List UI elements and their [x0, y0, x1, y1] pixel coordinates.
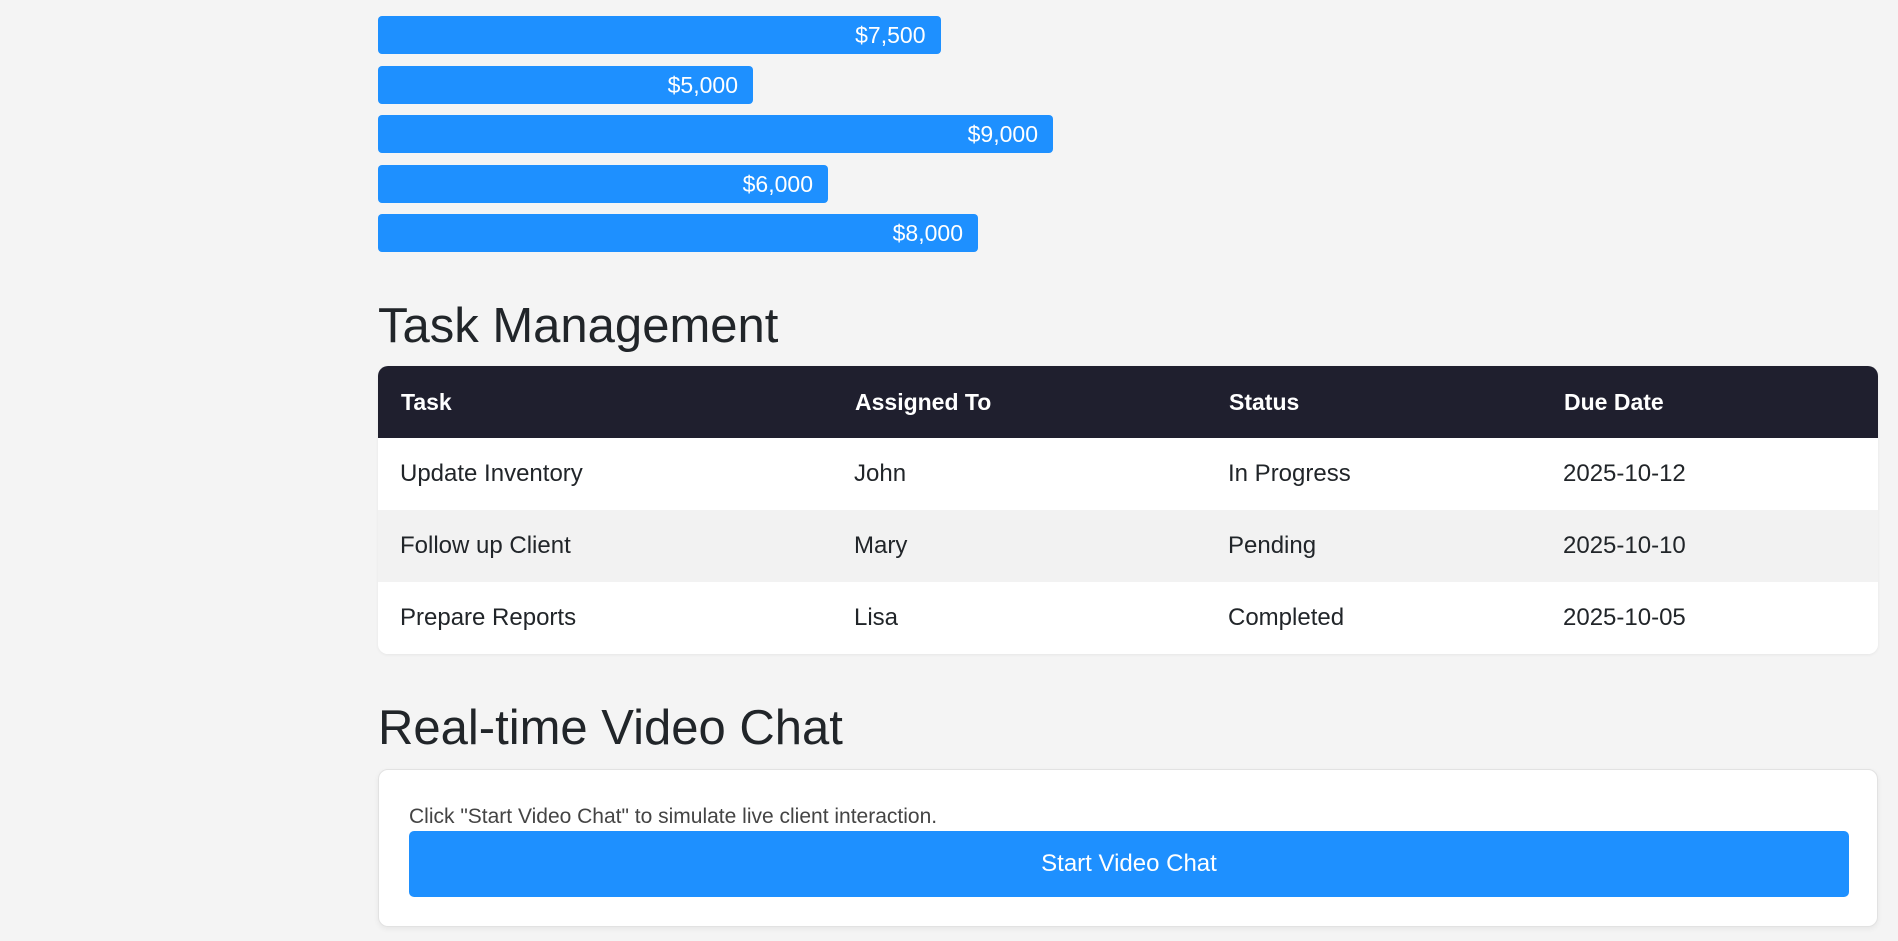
table-row: Update Inventory John In Progress 2025-1… — [378, 438, 1878, 510]
due-date-cell: 2025-10-10 — [1541, 510, 1878, 582]
column-header-due-date: Due Date — [1541, 366, 1878, 438]
chart-bar: $8,000 — [378, 214, 978, 252]
chart-bar: $9,000 — [378, 115, 1053, 153]
column-header-assigned-to: Assigned To — [832, 366, 1206, 438]
column-header-task: Task — [378, 366, 832, 438]
status-cell: Pending — [1206, 510, 1541, 582]
chart-bar: $7,500 — [378, 16, 941, 54]
column-header-status: Status — [1206, 366, 1541, 438]
table-header-row: Task Assigned To Status Due Date — [378, 366, 1878, 438]
task-table: Task Assigned To Status Due Date Update … — [378, 366, 1878, 654]
video-chat-hint: Click "Start Video Chat" to simulate liv… — [409, 805, 938, 828]
table-row: Follow up Client Mary Pending 2025-10-10 — [378, 510, 1878, 582]
assignee-cell: Mary — [832, 510, 1206, 582]
task-cell: Update Inventory — [378, 438, 832, 510]
assignee-cell: John — [832, 438, 1206, 510]
status-cell: Completed — [1206, 582, 1541, 654]
page: $7,500 $5,000 $9,000 $6,000 $8,000 Task … — [0, 0, 1898, 941]
due-date-cell: 2025-10-12 — [1541, 438, 1878, 510]
task-cell: Prepare Reports — [378, 582, 832, 654]
table-row: Prepare Reports Lisa Completed 2025-10-0… — [378, 582, 1878, 654]
chart-bar: $5,000 — [378, 65, 753, 104]
video-chat-card: Click "Start Video Chat" to simulate liv… — [378, 769, 1878, 927]
start-video-chat-button[interactable]: Start Video Chat — [409, 831, 1849, 897]
task-cell: Follow up Client — [378, 510, 832, 582]
due-date-cell: 2025-10-05 — [1541, 582, 1878, 654]
status-cell: In Progress — [1206, 438, 1541, 510]
chart-bar: $6,000 — [378, 164, 828, 203]
task-management-title: Task Management — [378, 299, 779, 353]
video-chat-title: Real-time Video Chat — [378, 701, 843, 755]
assignee-cell: Lisa — [832, 582, 1206, 654]
